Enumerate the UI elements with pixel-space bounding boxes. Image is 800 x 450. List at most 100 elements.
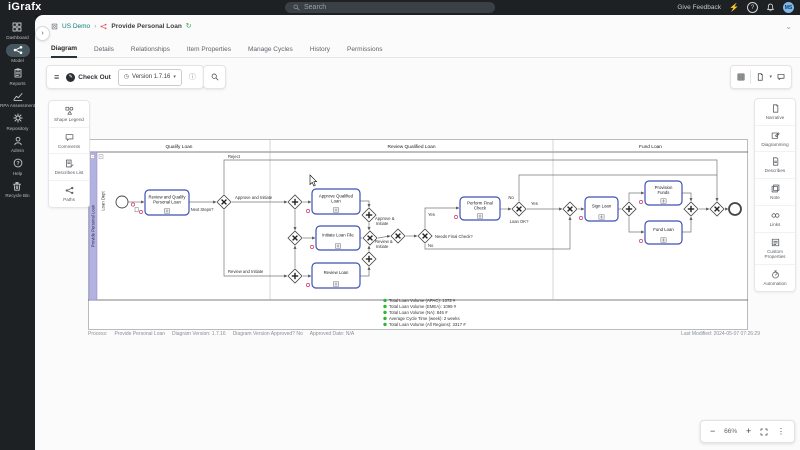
- nav-sidebar: Dashboard Model Reports RPA Assessment R…: [0, 15, 35, 450]
- bpmn-end-end[interactable]: [729, 203, 741, 215]
- comment-icon[interactable]: [777, 73, 785, 81]
- tab-history[interactable]: History: [310, 46, 330, 57]
- view-toolbar: ▾: [730, 65, 792, 89]
- diagramming-icon: [771, 131, 780, 140]
- bpmn-task-t8[interactable]: Fund Loan: [639, 221, 682, 244]
- sidebar-item-label: Repository: [7, 126, 29, 131]
- whats-new-icon[interactable]: ⚡: [729, 4, 739, 12]
- sidebar-item-dashboard[interactable]: Dashboard: [6, 21, 28, 40]
- version-selector[interactable]: ◷ Version 1.7.16 ▾: [118, 69, 182, 86]
- sidebar-item-repository[interactable]: Repository: [7, 112, 29, 131]
- bpmn-task-t2[interactable]: Approve QualifiedLoan: [306, 189, 360, 214]
- gear-icon: [13, 113, 23, 123]
- process-label: Process:: [88, 331, 107, 337]
- tool-label: Narrative: [766, 115, 785, 121]
- tool-describes-list[interactable]: Describes List: [49, 153, 89, 180]
- notifications-icon[interactable]: [766, 3, 775, 12]
- tool-links[interactable]: Links: [755, 205, 795, 232]
- help-icon[interactable]: ?: [747, 2, 758, 13]
- menu-icon[interactable]: ≡: [54, 73, 59, 82]
- zoom-out-button[interactable]: −: [710, 427, 715, 436]
- svg-text:Initiate Loan File: Initiate Loan File: [322, 233, 354, 238]
- trash-icon: [12, 181, 22, 191]
- global-search-input[interactable]: Search: [285, 2, 495, 13]
- bpmn-start-start[interactable]: [116, 196, 128, 208]
- sidebar-item-reports[interactable]: Reports: [8, 67, 28, 86]
- tool-automation[interactable]: Automation: [755, 264, 795, 291]
- tool-diagramming[interactable]: Diagramming: [755, 125, 795, 152]
- tool-label: Describes: [765, 168, 785, 174]
- tab-relationships[interactable]: Relationships: [131, 46, 170, 57]
- bpmn-task-t5[interactable]: Perform FinalCheck: [454, 197, 500, 220]
- topbar: iGrafx Search Give Feedback ⚡ ? MS: [0, 0, 800, 15]
- info-icon[interactable]: ⓘ: [189, 74, 196, 81]
- paths-icon: [65, 186, 74, 195]
- kpi-label: Total Loan Volume (EMEA): 1099 #: [389, 304, 457, 309]
- edge-label: No: [428, 243, 434, 248]
- sidebar-item-label: Admin: [11, 148, 24, 153]
- bpmn-task-t6[interactable]: Sign Loan: [579, 197, 618, 221]
- user-avatar[interactable]: MS: [783, 2, 794, 13]
- bpmn-task-t7[interactable]: ProvisionFunds: [639, 181, 682, 205]
- svg-text:Loan: Loan: [331, 199, 341, 204]
- breadcrumb-separator: ›: [94, 23, 96, 30]
- kpi-dot: [383, 311, 386, 314]
- sidebar-item-admin[interactable]: Admin: [8, 135, 28, 154]
- zoom-level[interactable]: 66%: [724, 428, 737, 435]
- tool-comments[interactable]: Comments: [49, 127, 89, 154]
- chevron-down-icon: ▾: [173, 75, 176, 80]
- links-icon: [771, 211, 780, 220]
- model-icon: [13, 45, 23, 55]
- sidebar-item-recycle-bin[interactable]: Recycle Bin: [5, 180, 29, 199]
- tab-permissions[interactable]: Permissions: [347, 46, 382, 57]
- tool-shape-legend[interactable]: Shape Legend: [49, 101, 89, 127]
- tool-custom-properties[interactable]: Custom Properties: [755, 232, 795, 264]
- describes-list-icon: [65, 159, 74, 168]
- svg-text:Check: Check: [474, 206, 487, 211]
- tool-describes[interactable]: Describes: [755, 151, 795, 178]
- bpmn-task-t4[interactable]: Review Loan: [306, 263, 360, 288]
- breadcrumb-current-item: Provide Personal Loan: [111, 23, 181, 30]
- published-status-icon: ↻: [186, 23, 192, 30]
- bpmn-task-t3[interactable]: Initiate Loan File: [310, 226, 360, 250]
- sidebar-item-rpa-assessment[interactable]: RPA Assessment: [0, 90, 35, 109]
- tool-label: Links: [770, 222, 781, 228]
- tab-details[interactable]: Details: [94, 46, 114, 57]
- tab-diagram[interactable]: Diagram: [51, 45, 77, 58]
- svg-text:?: ?: [16, 161, 19, 167]
- sidebar-item-label: Help: [13, 171, 22, 176]
- zoom-in-button[interactable]: +: [746, 427, 751, 436]
- search-icon: [293, 4, 300, 11]
- diagram-canvas[interactable]: Qualify LoanReview Qualified LoanFund Lo…: [88, 139, 748, 330]
- tab-item-properties[interactable]: Item Properties: [187, 46, 231, 57]
- more-options-icon[interactable]: ⋮: [777, 428, 785, 436]
- edge-label: Loan OK?: [510, 219, 530, 224]
- diagram-search-button[interactable]: [203, 65, 226, 89]
- app-logo[interactable]: iGrafx: [8, 1, 42, 13]
- process-name: Provide Personal Loan: [114, 331, 165, 337]
- tool-paths[interactable]: Paths: [49, 180, 89, 207]
- tool-label: Automation: [763, 281, 786, 287]
- help-circle-icon: ?: [13, 158, 23, 168]
- breadcrumb-repository-link[interactable]: US Demo: [62, 23, 90, 30]
- export-document-icon[interactable]: [756, 73, 764, 81]
- collapse-sidebar-button[interactable]: ›: [35, 26, 50, 41]
- tool-note[interactable]: Note: [755, 178, 795, 205]
- kpi-label: Total Loan Volume (NA): 846 #: [389, 310, 448, 315]
- fullscreen-icon[interactable]: [760, 428, 768, 436]
- bpmn-task-t1[interactable]: Review and QualifyPersonal Loan: [139, 190, 189, 215]
- tool-narrative[interactable]: Narrative: [755, 99, 795, 125]
- phase-label: Fund Loan: [639, 144, 662, 150]
- grid-view-icon[interactable]: [737, 73, 745, 81]
- sidebar-item-help[interactable]: ? Help: [8, 157, 28, 176]
- give-feedback-link[interactable]: Give Feedback: [677, 4, 721, 11]
- check-out-button[interactable]: ✎ Check Out: [66, 73, 111, 82]
- kpi-dot: [383, 305, 386, 308]
- attachment-icon: [135, 208, 138, 212]
- tab-manage-cycles[interactable]: Manage Cycles: [248, 46, 293, 57]
- chevron-down-icon[interactable]: ▾: [769, 75, 772, 80]
- diagram-left-tools: Shape Legend Comments Describes List Pat…: [48, 100, 90, 208]
- sidebar-item-model[interactable]: Model: [6, 44, 30, 64]
- rpa-chart-icon: [13, 91, 23, 101]
- collapse-header-icon[interactable]: ⌄: [785, 23, 792, 31]
